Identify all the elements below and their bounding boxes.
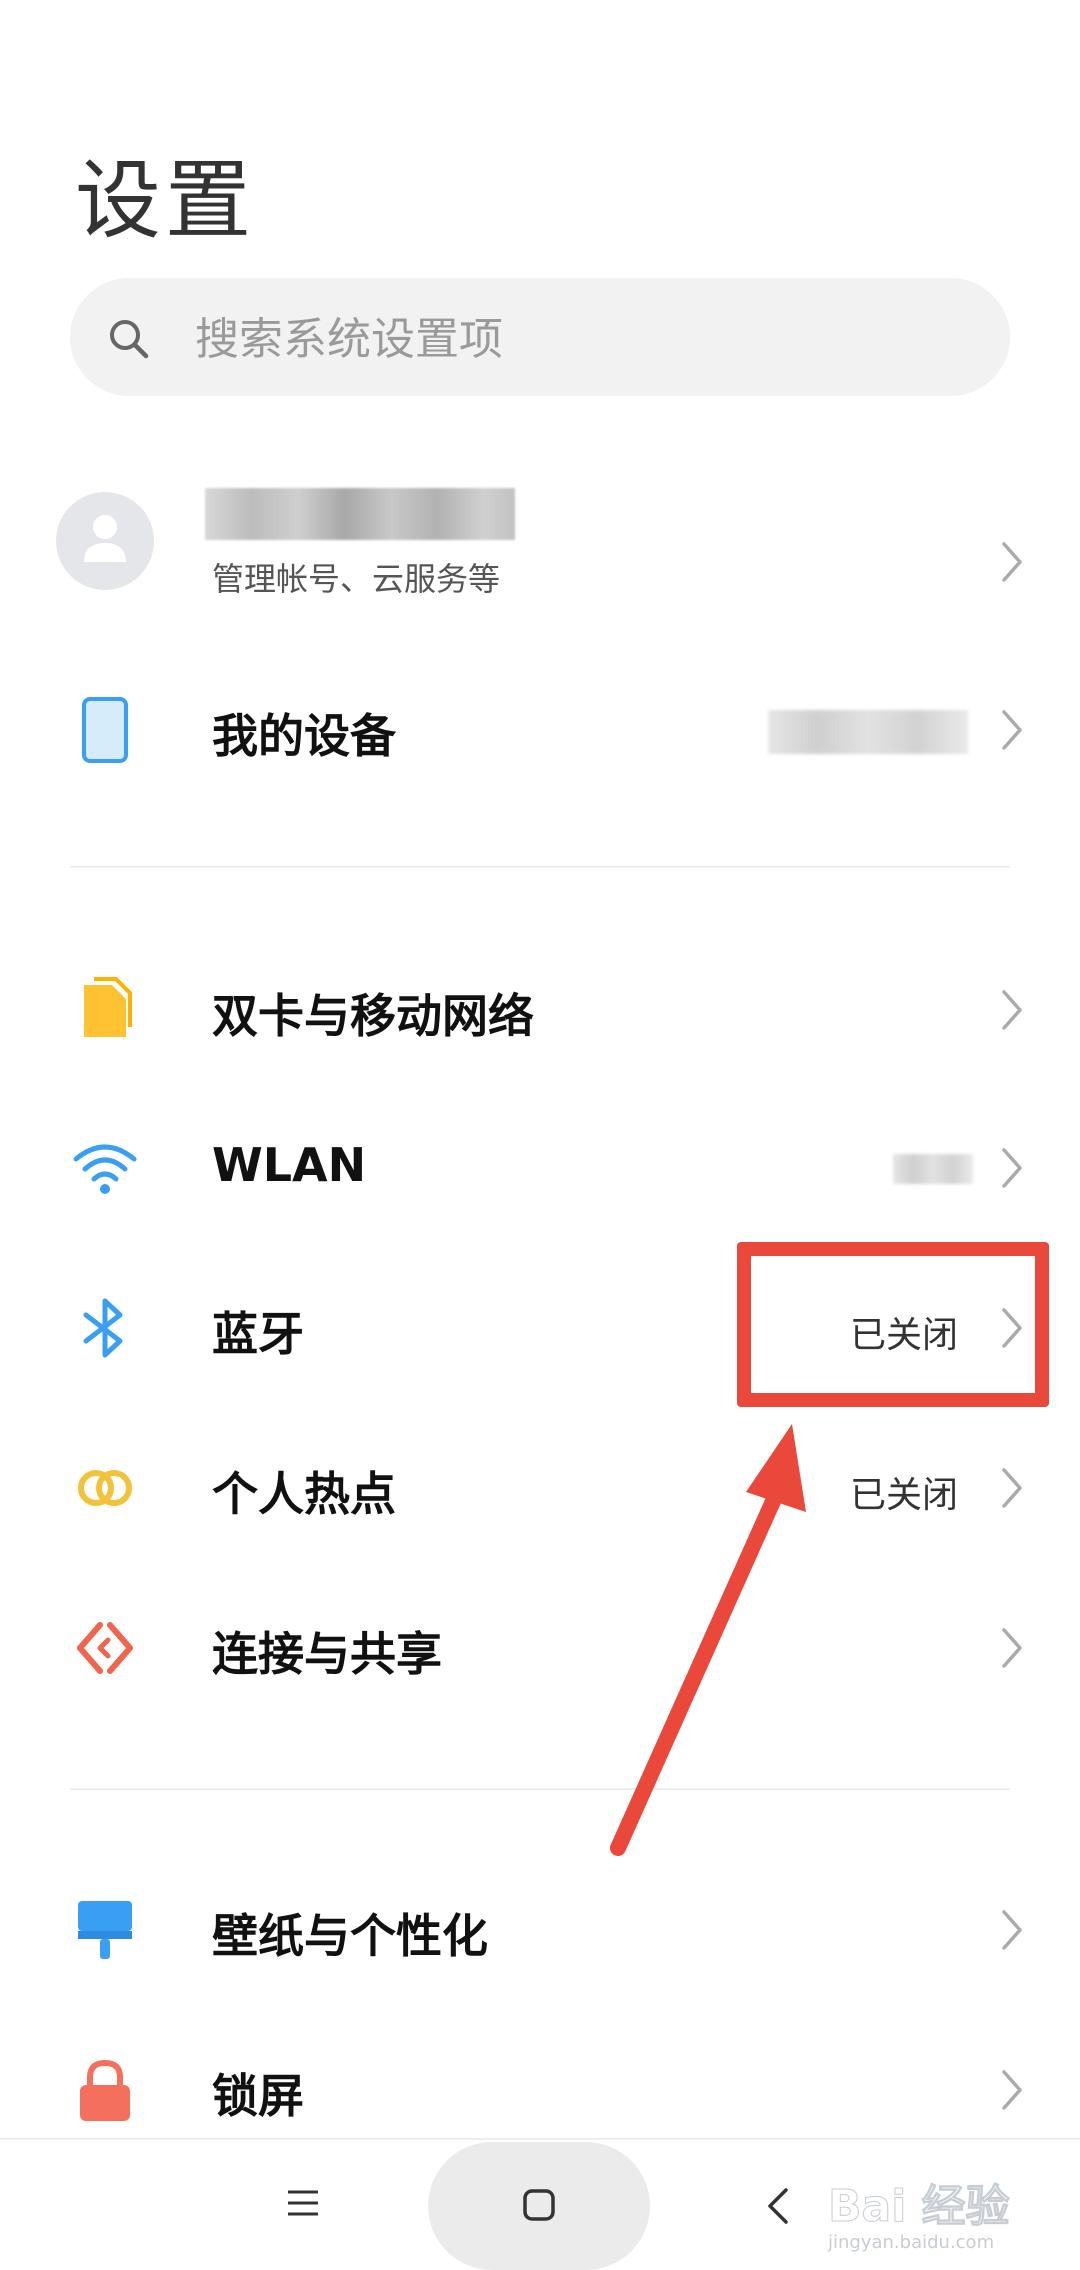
row-label: 蓝牙 — [212, 1307, 304, 1361]
hotspot-icon — [78, 1470, 132, 1506]
row-label: 双卡与移动网络 — [212, 989, 534, 1043]
row-label: 锁屏 — [212, 2069, 304, 2123]
chevron-right-icon — [1002, 1468, 1022, 1508]
wifi-icon — [73, 1144, 137, 1194]
chevron-right-icon — [1002, 1148, 1022, 1188]
sim-card-icon — [84, 977, 132, 1037]
hotspot-status: 已关闭 — [849, 1475, 958, 1516]
divider — [70, 866, 1010, 868]
wlan-name-blurred — [893, 1154, 973, 1184]
back-icon[interactable] — [766, 2186, 790, 2226]
account-row[interactable]: 管理帐号、云服务等 — [0, 470, 1080, 610]
lock-screen-row[interactable]: 锁屏 — [0, 2040, 1080, 2140]
chevron-right-icon — [1002, 710, 1022, 750]
baidu-jingyan-url: jingyan.baidu.com — [828, 2232, 995, 2253]
connection-share-icon — [77, 1622, 133, 1674]
page-title: 设置 — [75, 151, 255, 251]
lock-icon — [80, 2059, 130, 2121]
my-device-row[interactable]: 我的设备 — [0, 680, 1080, 780]
chevron-right-icon — [1002, 1910, 1022, 1950]
connection-share-row[interactable]: 连接与共享 — [0, 1598, 1080, 1698]
menu-icon[interactable] — [286, 2188, 320, 2218]
account-name-blurred — [205, 488, 515, 540]
chevron-right-icon — [1002, 990, 1022, 1030]
phone-icon — [82, 697, 128, 763]
row-label: 个人热点 — [212, 1467, 396, 1521]
bluetooth-icon — [83, 1298, 123, 1358]
search-input[interactable] — [195, 309, 915, 369]
dual-sim-row[interactable]: 双卡与移动网络 — [0, 960, 1080, 1060]
chevron-right-icon — [1002, 2070, 1022, 2110]
account-subtitle: 管理帐号、云服务等 — [212, 560, 501, 598]
device-name-blurred — [768, 710, 968, 754]
avatar-icon — [84, 515, 126, 562]
baidu-jingyan-watermark: Bai 经验 — [828, 2181, 1011, 2233]
row-label: 连接与共享 — [212, 1627, 442, 1681]
wlan-row[interactable]: WLAN — [0, 1118, 1080, 1218]
hotspot-row[interactable]: 个人热点 已关闭 — [0, 1438, 1080, 1538]
home-icon — [523, 2189, 555, 2221]
chevron-right-icon — [1002, 1628, 1022, 1668]
row-label: 我的设备 — [212, 709, 396, 763]
chevron-right-icon — [1002, 542, 1022, 582]
divider — [70, 1788, 1010, 1790]
wallpaper-row[interactable]: 壁纸与个性化 — [0, 1880, 1080, 1980]
row-label: WLAN — [212, 1138, 367, 1192]
search-icon — [110, 320, 149, 359]
settings-page: 设置 管理帐号、云服务等 我的设备 — [0, 0, 1080, 2270]
wallpaper-icon — [78, 1901, 132, 1959]
row-label: 壁纸与个性化 — [212, 1909, 488, 1963]
annotation-highlight-box — [737, 1242, 1049, 1407]
